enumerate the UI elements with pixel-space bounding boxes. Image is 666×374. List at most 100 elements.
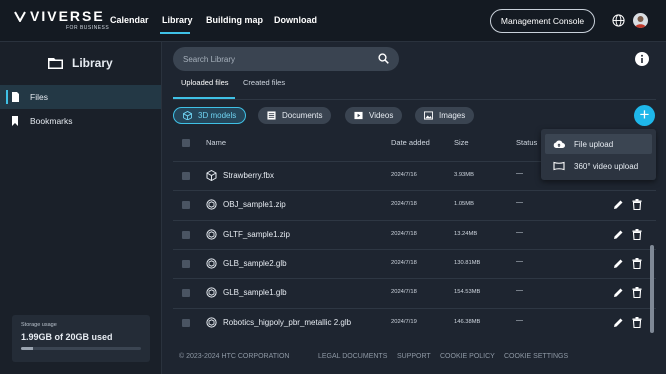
bookmark-icon: [12, 116, 18, 126]
filter-3d-models[interactable]: 3D models: [173, 107, 247, 124]
file-name: GLB_sample1.glb: [223, 288, 287, 298]
delete-icon[interactable]: [632, 228, 642, 240]
search-icon[interactable]: [378, 53, 389, 64]
model-icon: [206, 199, 217, 210]
filter-documents[interactable]: Documents: [258, 107, 332, 124]
menu-item-360-video-upload[interactable]: 360° video upload: [545, 156, 652, 176]
search-input[interactable]: Search Library: [173, 47, 399, 71]
column-size[interactable]: Size: [454, 138, 469, 147]
tab-created-files[interactable]: Created files: [243, 78, 285, 87]
add-button[interactable]: +: [634, 105, 655, 126]
table-row[interactable]: GLB_sample1.glb 2024/7/18 154.53MB —: [173, 278, 656, 307]
edit-icon[interactable]: [613, 199, 624, 210]
row-checkbox[interactable]: [182, 318, 190, 327]
edit-icon[interactable]: [613, 229, 624, 240]
delete-icon[interactable]: [632, 199, 642, 211]
box-icon: [206, 170, 217, 181]
nav-active-indicator: [160, 32, 190, 34]
storage-progress-fill: [21, 347, 33, 350]
model-icon: [206, 258, 217, 269]
panorama-icon: [553, 161, 565, 171]
file-name: GLTF_sample1.zip: [223, 229, 290, 239]
column-name[interactable]: Name: [206, 138, 226, 147]
edit-icon[interactable]: [613, 317, 624, 328]
filter-label: Images: [439, 111, 466, 120]
file-size: 130.81MB: [454, 259, 481, 266]
footer-link-legal[interactable]: LEGAL DOCUMENTS: [318, 353, 387, 360]
table-row[interactable]: GLTF_sample1.zip 2024/7/18 13.24MB —: [173, 219, 656, 249]
edit-icon[interactable]: [613, 258, 624, 269]
user-avatar[interactable]: [633, 13, 648, 28]
file-status: —: [516, 199, 523, 207]
delete-icon[interactable]: [632, 316, 642, 328]
image-icon: [424, 111, 433, 120]
brand-sub: FOR BUSINESS: [66, 25, 110, 31]
row-checkbox[interactable]: [182, 230, 190, 239]
sidebar-item-bookmarks[interactable]: Bookmarks: [0, 109, 161, 133]
file-status: —: [516, 170, 523, 177]
tab-uploaded-files[interactable]: Uploaded files: [181, 78, 229, 87]
storage-progress-bar: [21, 347, 141, 350]
brand-name: VIVERSE: [30, 8, 105, 24]
info-icon[interactable]: [635, 52, 649, 66]
viverse-logo[interactable]: VIVERSE FOR BUSINESS: [14, 8, 109, 31]
filter-images[interactable]: Images: [415, 107, 475, 124]
table-row[interactable]: Robotics_higpoly_pbr_metallic 2.glb 2024/…: [173, 307, 656, 337]
footer-copyright: © 2023-2024 HTC CORPORATION: [179, 353, 290, 360]
nav-building-map[interactable]: Building map: [206, 15, 263, 25]
cube-icon: [183, 111, 192, 120]
row-checkbox[interactable]: [182, 201, 190, 210]
file-status: —: [516, 257, 523, 265]
file-status: —: [516, 316, 523, 324]
folder-icon: [48, 58, 63, 69]
filter-label: Documents: [282, 111, 323, 120]
menu-item-label: File upload: [574, 139, 614, 149]
file-status: —: [516, 287, 523, 295]
file-icon: [12, 92, 19, 102]
sidebar-item-label: Files: [30, 92, 48, 102]
document-icon: [267, 111, 276, 120]
delete-icon[interactable]: [632, 257, 642, 269]
sidebar-item-files[interactable]: Files: [0, 85, 161, 109]
menu-item-file-upload[interactable]: File upload: [545, 134, 652, 154]
row-checkbox[interactable]: [182, 289, 190, 298]
file-status: —: [516, 228, 523, 236]
add-menu: File upload 360° video upload: [541, 129, 656, 180]
select-all-checkbox[interactable]: [182, 139, 190, 147]
active-indicator: [6, 90, 8, 104]
footer-link-cookie-settings[interactable]: COOKIE SETTINGS: [504, 353, 568, 360]
file-size: 3.93MB: [454, 172, 474, 178]
table-row[interactable]: OBJ_sample1.zip 2024/7/18 1.05MB —: [173, 190, 656, 219]
footer-link-cookie-policy[interactable]: COOKIE POLICY: [440, 353, 495, 360]
column-date-added[interactable]: Date added: [391, 138, 430, 147]
table-scrollbar[interactable]: [650, 245, 654, 333]
file-date: 2024/7/18: [391, 289, 417, 296]
sidebar-title-label: Library: [72, 56, 113, 70]
search-placeholder: Search Library: [183, 54, 236, 64]
file-date: 2024/7/18: [391, 230, 417, 237]
row-checkbox[interactable]: [182, 259, 190, 268]
edit-icon[interactable]: [613, 287, 624, 298]
filter-label: 3D models: [198, 111, 237, 120]
file-size: 13.24MB: [454, 230, 478, 237]
management-console-button[interactable]: Management Console: [490, 9, 595, 33]
nav-calendar[interactable]: Calendar: [110, 15, 149, 25]
filter-label: Videos: [369, 111, 394, 120]
globe-icon[interactable]: [612, 14, 625, 27]
menu-item-label: 360° video upload: [574, 161, 639, 171]
video-icon: [354, 111, 363, 120]
file-name: GLB_sample2.glb: [223, 258, 287, 268]
footer-link-support[interactable]: SUPPORT: [397, 353, 431, 360]
nav-library[interactable]: Library: [162, 15, 193, 25]
tabs-divider: [173, 99, 656, 100]
table-row[interactable]: GLB_sample2.glb 2024/7/18 130.81MB —: [173, 248, 656, 278]
cloud-upload-icon: [553, 140, 565, 148]
delete-icon[interactable]: [632, 287, 642, 299]
column-status[interactable]: Status: [516, 138, 537, 147]
nav-download[interactable]: Download: [274, 15, 317, 25]
sidebar-title: Library: [48, 56, 113, 70]
file-date: 2024/7/16: [391, 172, 417, 178]
row-checkbox[interactable]: [182, 172, 190, 180]
filter-videos[interactable]: Videos: [345, 107, 403, 124]
storage-usage-card: Storage usage 1.99GB of 20GB used: [12, 315, 150, 362]
